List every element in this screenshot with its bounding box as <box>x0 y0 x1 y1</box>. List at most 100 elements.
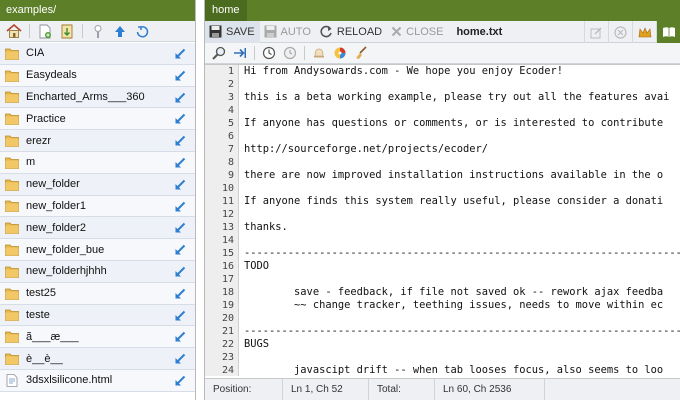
folder-icon <box>5 201 19 213</box>
code-line[interactable] <box>239 78 680 91</box>
code-line[interactable]: If anyone finds this system really usefu… <box>239 195 680 208</box>
open-arrow-icon[interactable] <box>174 113 186 125</box>
file-name: è__è__ <box>26 352 63 365</box>
file-name: CIA <box>26 47 45 60</box>
tab-home[interactable]: home <box>205 0 247 21</box>
code-line[interactable]: Hi from Andysowards.com - We hope you en… <box>239 65 680 78</box>
open-arrow-icon[interactable] <box>174 331 186 343</box>
open-arrow-icon[interactable] <box>174 157 186 169</box>
refresh-icon[interactable] <box>132 22 152 40</box>
open-arrow-icon[interactable] <box>174 70 186 82</box>
line-number: 22 <box>221 339 234 350</box>
file-icon <box>6 373 18 387</box>
reload-icon <box>320 25 332 38</box>
folder-icon <box>5 288 19 300</box>
open-arrow-icon[interactable] <box>174 222 186 234</box>
code-line[interactable]: If anyone has questions or comments, or … <box>239 117 680 130</box>
file-name: teste <box>26 308 50 321</box>
color-picker-icon[interactable] <box>330 44 350 62</box>
folder-row[interactable]: m <box>0 151 195 174</box>
code-line[interactable]: ----------------------------------------… <box>239 247 680 260</box>
bell-icon[interactable] <box>309 44 329 62</box>
toolbar-divider <box>82 24 83 38</box>
goto-line-icon[interactable] <box>230 44 250 62</box>
folder-row[interactable]: new_folder1 <box>0 195 195 218</box>
editor-main-toolbar: SAVE AUTO RELOAD CLOSE home.txt <box>205 20 680 43</box>
line-number: 15 <box>221 248 234 259</box>
upload-icon[interactable] <box>110 22 130 40</box>
code-line[interactable]: there are now improved installation inst… <box>239 169 680 182</box>
code-line[interactable] <box>239 104 680 117</box>
open-arrow-icon[interactable] <box>174 266 186 278</box>
file-name: new_folder1 <box>26 199 86 212</box>
search-icon[interactable] <box>209 44 229 62</box>
folder-row[interactable]: è__è__ <box>0 348 195 370</box>
cancel-icon[interactable] <box>608 21 632 43</box>
code-line[interactable]: save - feedback, if file not saved ok --… <box>239 286 680 299</box>
open-arrow-icon[interactable] <box>174 310 186 322</box>
history-icon[interactable] <box>259 44 279 62</box>
total-value: Ln 60, Ch 2536 <box>435 378 545 400</box>
code-line[interactable] <box>239 130 680 143</box>
code-line[interactable] <box>239 273 680 286</box>
clean-broom-icon[interactable] <box>351 44 371 62</box>
code-line[interactable]: thanks. <box>239 221 680 234</box>
open-arrow-icon[interactable] <box>174 201 186 213</box>
folder-row[interactable]: teste <box>0 304 195 327</box>
edit-icon[interactable] <box>584 21 608 43</box>
code-line[interactable]: ~~ change tracker, teething issues, need… <box>239 299 680 312</box>
code-line[interactable] <box>239 208 680 221</box>
folder-row[interactable]: test25 <box>0 282 195 305</box>
line-number: 12 <box>221 209 234 220</box>
open-arrow-icon[interactable] <box>174 375 186 387</box>
code-line[interactable]: this is a beta working example, please t… <box>239 91 680 104</box>
line-number: 16 <box>221 261 234 272</box>
code-line[interactable]: BUGS <box>239 338 680 351</box>
line-number: 10 <box>221 183 234 194</box>
crown-icon[interactable] <box>632 21 656 43</box>
folder-row[interactable]: new_folderhjhhh <box>0 260 195 283</box>
folder-row[interactable]: Encharted_Arms___360 <box>0 86 195 109</box>
open-arrow-icon[interactable] <box>174 135 186 147</box>
folder-row[interactable]: CIA <box>0 43 195 65</box>
open-arrow-icon[interactable] <box>174 179 186 191</box>
code-line[interactable] <box>239 351 680 364</box>
book-icon[interactable] <box>656 21 680 43</box>
code-line[interactable]: http://sourceforge.net/projects/ecoder/ <box>239 143 680 156</box>
folder-row[interactable]: new_folder_bue <box>0 239 195 261</box>
new-file-icon[interactable] <box>35 22 55 40</box>
code-text-area[interactable]: Hi from Andysowards.com - We hope you en… <box>239 65 680 376</box>
code-line[interactable]: javascipt drift -- when tab looses focus… <box>239 364 680 376</box>
open-arrow-icon[interactable] <box>174 288 186 300</box>
clock-icon[interactable] <box>280 44 300 62</box>
close-button[interactable]: CLOSE <box>387 21 448 43</box>
line-number: 23 <box>221 352 234 363</box>
info-icon[interactable] <box>88 22 108 40</box>
folder-icon <box>5 331 19 344</box>
folder-row[interactable]: Easydeals <box>0 64 195 87</box>
window-controls <box>584 21 680 43</box>
download-icon[interactable] <box>57 22 77 40</box>
folder-row[interactable]: new_folder2 <box>0 217 195 240</box>
folder-row[interactable]: ã___æ___ <box>0 326 195 349</box>
open-arrow-icon[interactable] <box>174 353 186 365</box>
folder-row[interactable]: new_folder <box>0 173 195 196</box>
code-line[interactable] <box>239 182 680 195</box>
open-arrow-icon[interactable] <box>174 92 186 104</box>
open-arrow-icon[interactable] <box>174 244 186 256</box>
folder-row[interactable]: Practice <box>0 108 195 131</box>
auto-save-button[interactable]: AUTO <box>260 21 316 43</box>
home-icon[interactable] <box>4 22 24 40</box>
code-line[interactable] <box>239 156 680 169</box>
save-button[interactable]: SAVE <box>205 20 260 43</box>
code-line[interactable] <box>239 312 680 325</box>
reload-button[interactable]: RELOAD <box>316 21 387 43</box>
file-browser-panel: examples/ CIA Easydeals Encharted_Arms___3… <box>0 0 196 400</box>
code-line[interactable] <box>239 234 680 247</box>
code-line[interactable]: ----------------------------------------… <box>239 325 680 338</box>
open-arrow-icon[interactable] <box>174 48 186 60</box>
file-row[interactable]: 3dsxlsilicone.html <box>0 369 195 392</box>
folder-row[interactable]: erezr <box>0 130 195 152</box>
code-editor[interactable]: 1234567891011121314151617181920212223242… <box>205 64 680 376</box>
code-line[interactable]: TODO <box>239 260 680 273</box>
